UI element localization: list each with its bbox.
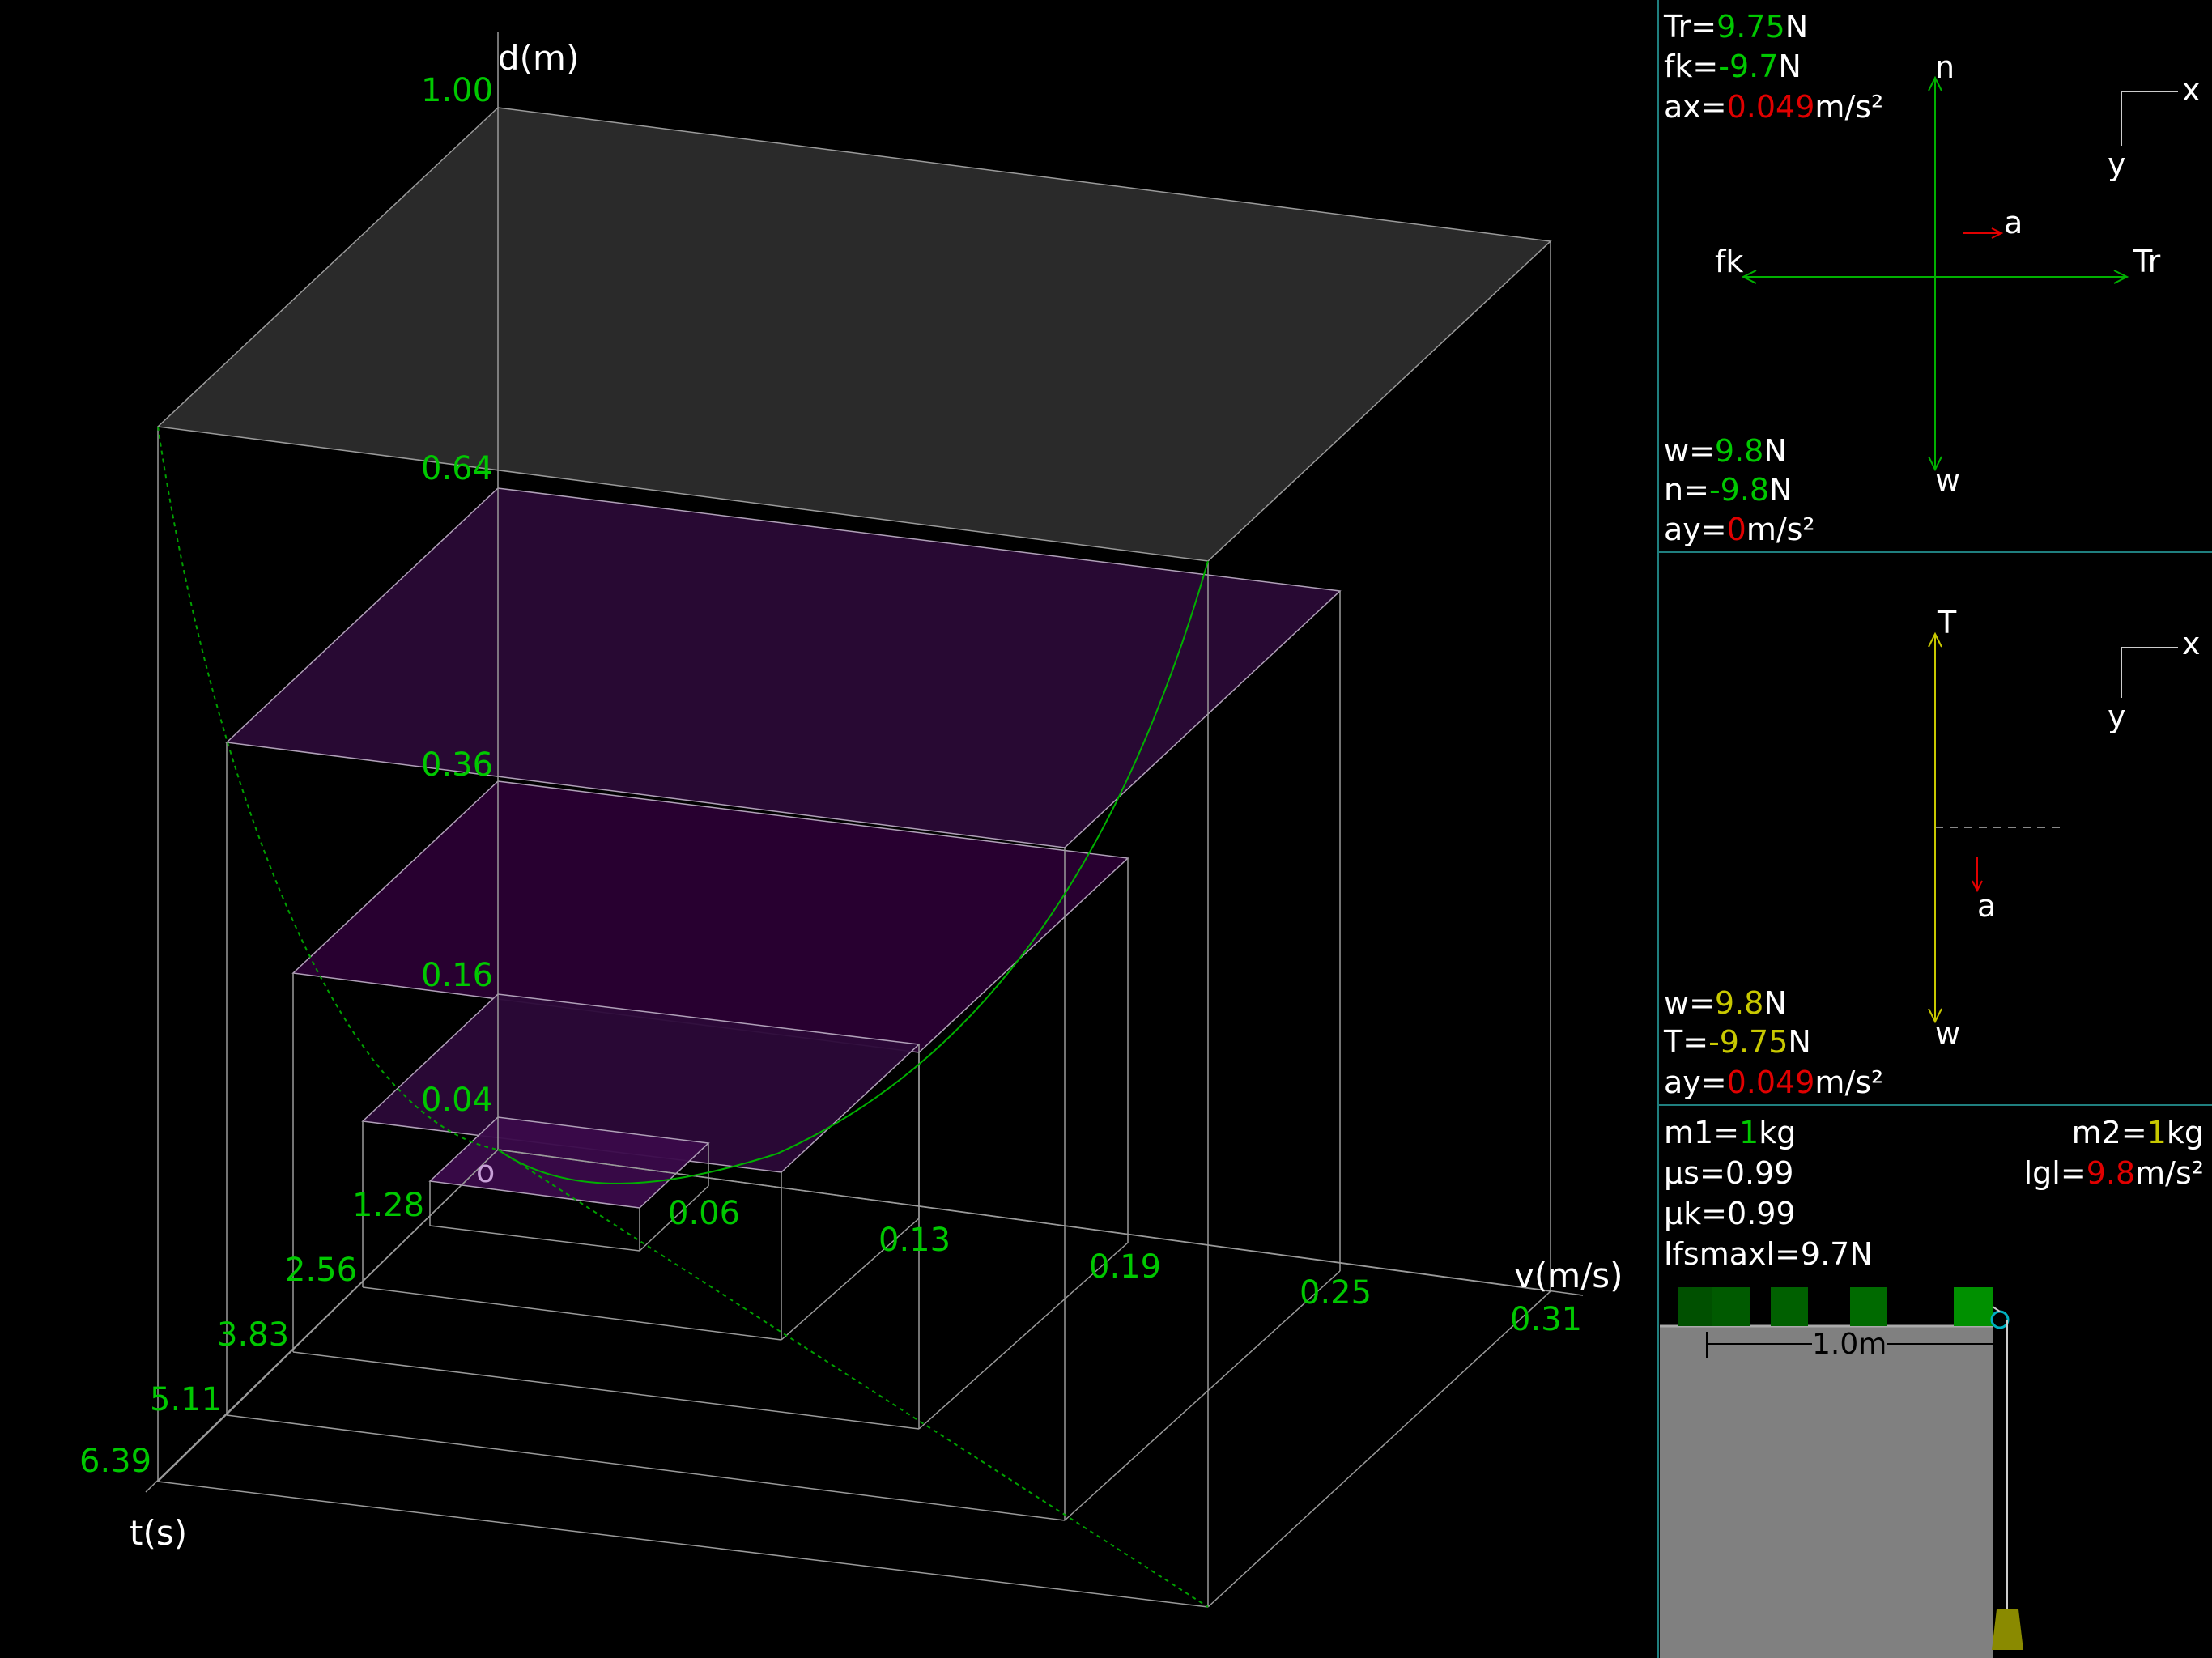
w-readout: w=9.8N [1664,433,1787,469]
block-trail [1678,1287,1993,1326]
v-tick-label: 0.25 [1300,1274,1372,1312]
axes-indicator-icon [2121,647,2178,698]
tension-t-label: T [1937,605,1957,640]
sliding-block [1954,1287,1993,1326]
distance-time-curve [157,426,499,1150]
gravity-readout: lgl=9.8m/s² [2024,1155,2204,1191]
ax-readout: ax=0.049m/s² [1664,89,1883,125]
t-tick-label: 1.28 [352,1187,424,1224]
t-tick-label: 5.11 [150,1381,222,1418]
m1-readout: m1=1kg [1664,1115,1796,1150]
simulation-stage: d(m) v(m/s) t(s) o 1.00 0.64 0.36 0.16 0… [79,0,2212,1658]
ay-readout: ay=0m/s² [1664,512,1815,547]
t-tick-label: 2.56 [285,1252,357,1289]
tr-readout: Tr=9.75N [1663,9,1808,45]
force-n-label: n [1935,49,1955,85]
panel-block-fbd: Tr=9.75N fk=-9.7N ax=0.049m/s² w=9.8N n=… [1663,9,2201,547]
m2-readout: m2=1kg [2072,1115,2204,1150]
axis-v-label: v(m/s) [1514,1256,1623,1295]
d-tick-label: 0.64 [421,450,493,487]
acceleration-arrow-down [1972,857,1983,893]
v-tick-label: 0.13 [878,1222,951,1259]
distance-label: 1.0m [1812,1328,1887,1361]
axes-indicator-icon [2121,91,2178,146]
panel-hanging-fbd: T w a x y w=9.8N T=-9.75N ay=0.049m/s² [1663,605,2201,1100]
axis-y-label: y [2108,699,2126,734]
w-readout: w=9.8N [1664,985,1787,1021]
velocity-time-curve [497,1149,1209,1608]
force-w-label: w [1935,462,1960,498]
string [1992,1306,2001,1312]
n-readout: n=-9.8N [1664,472,1793,508]
axis-x-label: x [2182,72,2201,108]
table-surface [1660,1326,1993,1658]
v-tick-label: 0.31 [1510,1301,1582,1338]
acceleration-arrow [1963,227,2004,239]
top-plane [156,107,1552,562]
accel-a-label: a [2004,205,2023,240]
origin-label: o [476,1154,495,1189]
fk-readout: fk=-9.7N [1664,49,1802,84]
graph-3d: d(m) v(m/s) t(s) o 1.00 0.64 0.36 0.16 0… [79,32,1623,1608]
panel-scene: m1=1kg μs=0.99 μk=0.99 lfsmaxl=9.7N m2=1… [1660,1115,2204,1658]
t-tick-label: 3.83 [217,1316,289,1354]
axis-t-label: t(s) [130,1513,187,1553]
axis-y-label: y [2108,147,2126,182]
v-tick-label: 0.19 [1089,1248,1161,1286]
t-tick-label: 6.39 [79,1443,151,1480]
axis-d-label: d(m) [498,38,579,78]
muk-readout: μk=0.99 [1664,1196,1796,1231]
force-arrows [1741,75,2129,472]
hanging-mass [1992,1609,2023,1650]
axis-x-label: x [2182,626,2201,661]
mus-readout: μs=0.99 [1664,1155,1793,1191]
t-readout: T=-9.75N [1663,1024,1811,1060]
d-tick-label: 1.00 [421,72,493,109]
force-tr-label: Tr [2133,244,2161,279]
d-tick-label: 0.16 [421,957,493,994]
ay-readout: ay=0.049m/s² [1664,1065,1883,1100]
weight-w-label: w [1935,1016,1960,1052]
d-tick-label: 0.04 [421,1082,493,1119]
accel-a-label: a [1977,888,1996,924]
fsmax-readout: lfsmaxl=9.7N [1664,1236,1873,1272]
pulley-icon [1990,1310,2010,1329]
force-fk-label: fk [1715,244,1743,279]
v-tick-label: 0.06 [668,1195,740,1232]
d-tick-label: 0.36 [421,746,493,784]
